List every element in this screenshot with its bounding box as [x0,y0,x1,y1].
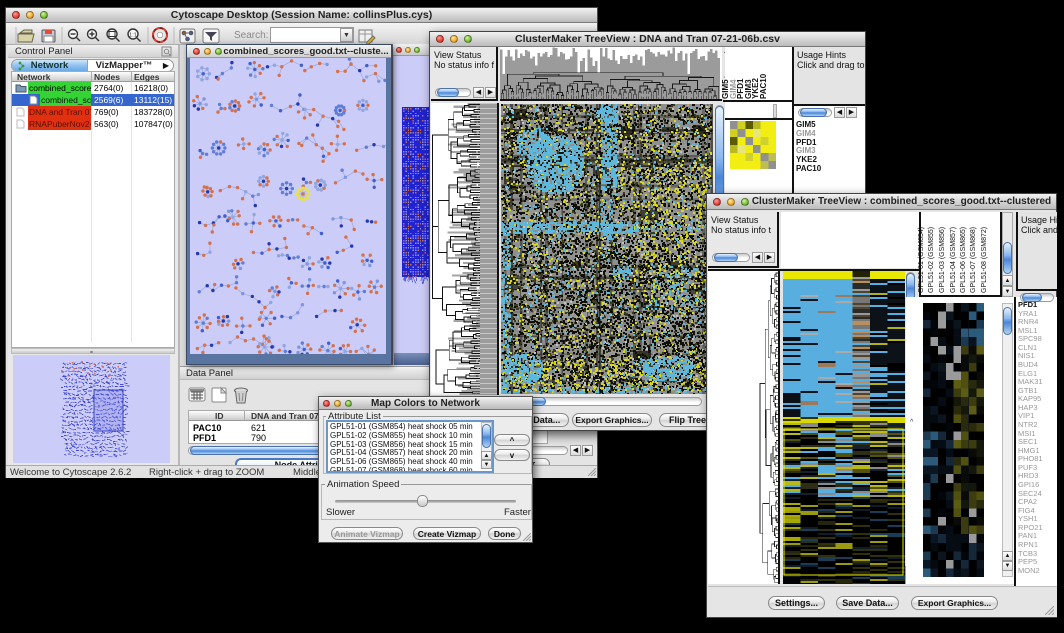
svg-text:1:1: 1:1 [129,33,137,39]
